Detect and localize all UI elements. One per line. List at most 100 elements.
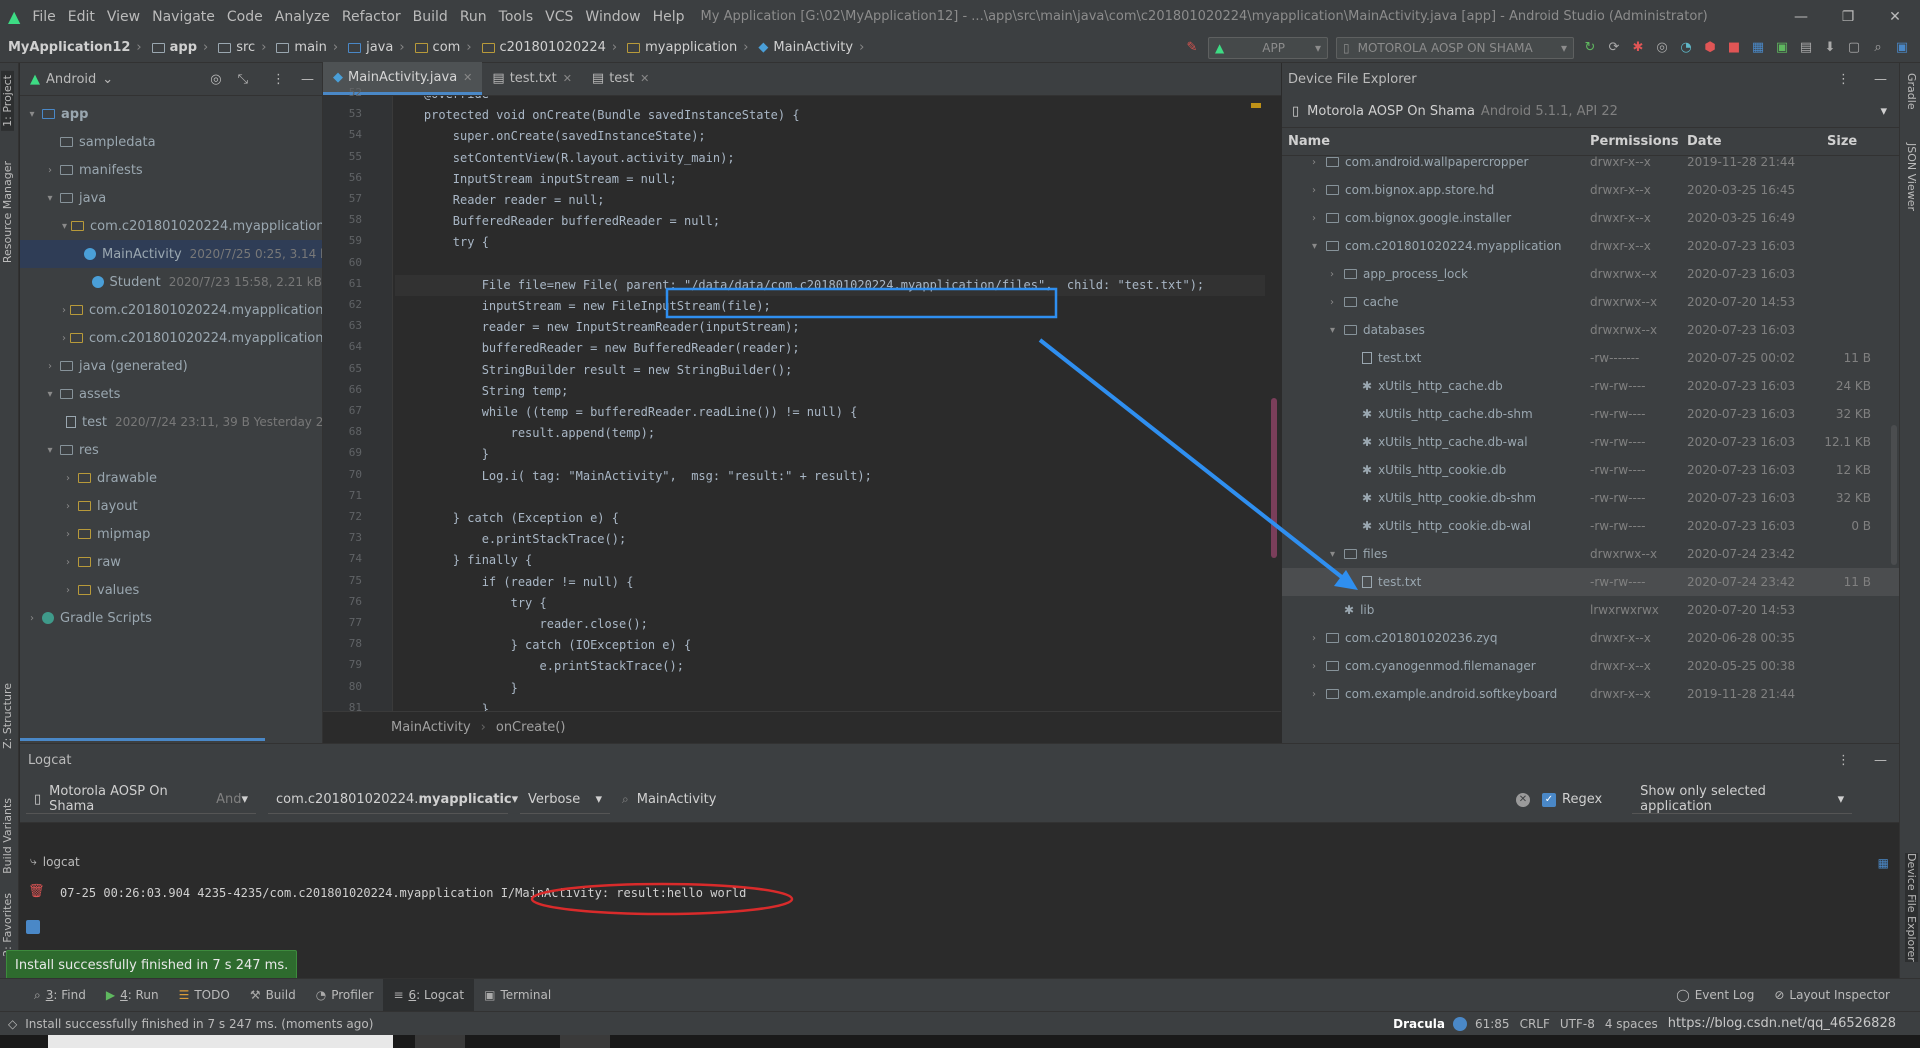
tree-item[interactable]: ▾ res (20, 436, 322, 464)
code-line[interactable]: BufferedReader bufferedReader = null; (395, 211, 1265, 232)
expand-arrow-icon[interactable]: › (62, 585, 74, 596)
expand-arrow-icon[interactable]: › (62, 529, 74, 540)
logcat-process-dropdown[interactable]: com.c201801020224. myapplicatic ▾ (268, 786, 518, 814)
debug-icon[interactable]: ✱ (1630, 40, 1646, 56)
tree-item[interactable]: › mipmap (20, 520, 322, 548)
fe-row[interactable]: › com.bignox.app.store.hd drwxr-x--x 2020-0… (1282, 176, 1899, 204)
tree-item[interactable]: › com.c201801020224.myapplication (and (20, 296, 322, 324)
fe-row[interactable]: › com.example.android.softkeyboard drwxr-x… (1282, 680, 1899, 708)
expand-arrow-icon[interactable]: ▾ (26, 109, 38, 120)
apply-changes-icon[interactable]: ↻ (1582, 40, 1598, 56)
options-menu-icon[interactable]: ⋮ (1837, 72, 1850, 87)
device-file-explorer-tool-tab[interactable]: Device File Explorer (1905, 853, 1918, 962)
menu-build[interactable]: Build (407, 9, 454, 25)
code-line[interactable]: try { (395, 593, 1265, 614)
code-line[interactable]: while ((temp = bufferedReader.readLine()… (395, 402, 1265, 423)
fe-row[interactable]: ▾ com.c201801020224.myapplication drwxr-x-… (1282, 232, 1899, 260)
fe-scrollbar[interactable] (1891, 425, 1897, 565)
sdk-manager-icon[interactable]: ⬇ (1822, 40, 1838, 56)
code-line[interactable]: String temp; (395, 381, 1265, 402)
expand-arrow-icon[interactable]: ▾ (1312, 241, 1326, 252)
expand-arrow-icon[interactable]: › (1330, 269, 1344, 280)
code-line[interactable] (395, 487, 1265, 508)
expand-arrow-icon[interactable]: ▾ (44, 193, 56, 204)
event-log-tab[interactable]: ◯ Event Log (1666, 988, 1764, 1002)
scroll-to-end-icon[interactable] (26, 920, 40, 934)
column-size[interactable]: Size (1827, 134, 1857, 149)
expand-arrow-icon[interactable]: › (1312, 157, 1326, 168)
tree-item[interactable]: › values (20, 576, 322, 604)
search-everywhere-icon[interactable]: ⌕ (1870, 40, 1886, 56)
fe-row[interactable]: › com.android.wallpapercropper drwxr-x--x 2… (1282, 156, 1899, 176)
avd-manager-icon[interactable]: ▤ (1798, 40, 1814, 56)
tree-item[interactable]: › raw (20, 548, 322, 576)
breadcrumb-package[interactable]: c201801020224 › (481, 40, 624, 55)
expand-arrow-icon[interactable]: › (62, 557, 74, 568)
close-window-icon[interactable]: ✕ (1872, 0, 1918, 33)
expand-arrow-icon[interactable]: › (62, 333, 66, 344)
fe-row[interactable]: ✱ xUtils_http_cache.db-shm -rw-rw---- 2020-… (1282, 400, 1899, 428)
breadcrumb-class[interactable]: MainActivity (391, 720, 471, 735)
tree-item[interactable]: › drawable (20, 464, 322, 492)
taskbar-item[interactable] (415, 1035, 465, 1048)
expand-arrow-icon[interactable]: ▾ (62, 221, 67, 232)
tab-mainactivity-java[interactable]: ◆ MainActivity.java ✕ (323, 62, 483, 95)
hammer-icon[interactable]: ✎ (1184, 40, 1200, 56)
apply-code-changes-icon[interactable]: ⟳ (1606, 40, 1622, 56)
hide-panel-icon[interactable]: — (1874, 72, 1887, 87)
fe-row[interactable]: test.txt -rw-rw---- 2020-07-24 23:42 11 B (1282, 568, 1899, 596)
expand-arrow-icon[interactable]: ▾ (44, 389, 56, 400)
layout-inspector-icon[interactable]: ▢ (1846, 40, 1862, 56)
tree-item[interactable]: sampledata (20, 128, 322, 156)
device-dropdown[interactable]: ▯ MOTOROLA AOSP ON SHAMA ▾ (1336, 36, 1574, 59)
options-menu-icon[interactable]: ⋮ (1837, 753, 1850, 768)
code-line[interactable]: @Override (395, 96, 1265, 105)
expand-arrow-icon[interactable]: › (44, 165, 56, 176)
menu-vcs[interactable]: VCS (539, 9, 579, 25)
hide-panel-icon[interactable]: — (301, 72, 314, 87)
fe-row[interactable]: ✱ xUtils_http_cache.db -rw-rw---- 2020-07-2… (1282, 372, 1899, 400)
tree-item[interactable]: › manifests (20, 156, 322, 184)
code-line[interactable]: StringBuilder result = new StringBuilder… (395, 360, 1265, 381)
close-tab-icon[interactable]: ✕ (463, 71, 472, 84)
code-line[interactable]: File file=new File( parent: "/data/data/… (395, 274, 1265, 296)
fe-row[interactable]: › com.bignox.google.installer drwxr-x--x 20… (1282, 204, 1899, 232)
breadcrumb-main[interactable]: main › (276, 40, 344, 55)
layout-inspector-tab[interactable]: ⊘ Layout Inspector (1764, 988, 1900, 1002)
fe-row[interactable]: › app_process_lock drwxrwx--x 2020-07-23 16… (1282, 260, 1899, 288)
maximize-icon[interactable]: ❐ (1825, 0, 1871, 33)
code-line[interactable]: e.printStackTrace(); (395, 656, 1265, 677)
tree-item[interactable]: test 2020/7/24 23:11, 39 B Yesterday 23:1… (20, 408, 322, 436)
gradle-tool-tab[interactable]: Gradle (1905, 73, 1918, 110)
hide-panel-icon[interactable]: — (1874, 753, 1887, 768)
caret-position[interactable]: 61:85 (1475, 1017, 1510, 1031)
code-line[interactable] (395, 254, 1265, 275)
indent-setting[interactable]: 4 spaces (1605, 1017, 1658, 1031)
menu-analyze[interactable]: Analyze (269, 9, 336, 25)
tree-item[interactable]: › java (generated) (20, 352, 322, 380)
sync-gradle-icon[interactable]: ▦ (1750, 40, 1766, 56)
code-line[interactable]: } finally { (395, 550, 1265, 571)
fe-row[interactable]: ▾ files drwxrwx--x 2020-07-24 23:42 (1282, 540, 1899, 568)
tree-item[interactable]: ▾ assets (20, 380, 322, 408)
breadcrumb-myapplication[interactable]: myapplication › (627, 40, 754, 55)
fe-row[interactable]: › com.c201801020236.zyq drwxr-x--x 2020-06-… (1282, 624, 1899, 652)
tool-tab-todo[interactable]: ☰ TODO (169, 988, 240, 1002)
code-area[interactable]: @Override protected void onCreate(Bundle… (395, 96, 1265, 711)
structure-tool-tab[interactable]: Z: Structure (1, 683, 14, 749)
code-line[interactable]: } (395, 699, 1265, 711)
tree-item[interactable]: Student 2020/7/23 15:58, 2.21 kB (20, 268, 322, 296)
expand-arrow-icon[interactable]: ▾ (1330, 325, 1344, 336)
fe-row[interactable]: ✱ xUtils_http_cookie.db -rw-rw---- 2020-07-… (1282, 456, 1899, 484)
expand-arrow-icon[interactable]: › (1312, 633, 1326, 644)
menu-run[interactable]: Run (454, 9, 493, 25)
expand-arrow-icon[interactable]: › (1330, 297, 1344, 308)
tool-tab-find[interactable]: ⌕ 3: Find (24, 988, 96, 1003)
tool-tab-build[interactable]: ⚒ Build (240, 988, 306, 1002)
logcat-device-dropdown[interactable]: ▯ Motorola AOSP On Shama And ▾ (26, 784, 256, 814)
close-tab-icon[interactable]: ✕ (640, 72, 649, 85)
menu-refactor[interactable]: Refactor (336, 9, 407, 25)
tab-test[interactable]: ▤ test ✕ (582, 62, 659, 95)
theme-indicator[interactable]: Dracula (1393, 1017, 1445, 1031)
tree-item[interactable]: ▾ com.c201801020224.myapplication (20, 212, 322, 240)
